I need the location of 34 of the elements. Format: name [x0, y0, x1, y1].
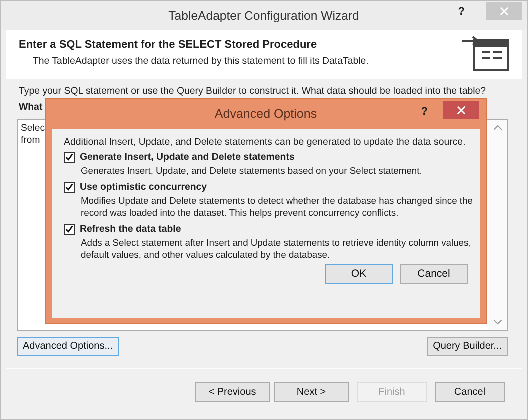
- query-builder-button[interactable]: Query Builder...: [427, 337, 508, 356]
- close-icon: [456, 106, 466, 114]
- help-button[interactable]: ?: [458, 6, 465, 18]
- sql-line: Selec: [21, 123, 45, 135]
- option-description: Modifies Update and Delete statements to detect whether the database has changed since the record was loaded into the dataset. This helps prevent concurrency conflicts.: [81, 195, 473, 219]
- option-label: Refresh the data table: [80, 224, 182, 234]
- cancel-button[interactable]: Cancel: [435, 382, 505, 402]
- option-description: Adds a Select statement after Insert and Update statements to retrieve identity column values, default values, and other values calculated by the database.: [81, 237, 472, 261]
- chevron-down-icon[interactable]: [494, 320, 502, 325]
- dialog-description: Additional Insert, Update, and Delete statements can be generated to update the data source.: [64, 137, 467, 149]
- next-button[interactable]: Next >: [274, 382, 349, 402]
- ok-button[interactable]: OK: [325, 264, 393, 284]
- chevron-up-icon[interactable]: [494, 125, 502, 130]
- instructions-text: Type your SQL statement or use the Query Builder to construct it. What data should be loaded into the table?: [19, 86, 488, 97]
- cancel-button[interactable]: Cancel: [400, 264, 468, 284]
- sql-line: from: [21, 135, 40, 147]
- checkbox[interactable]: [64, 182, 75, 192]
- page-heading: Enter a SQL Statement for the SELECT Stored Procedure: [19, 39, 318, 51]
- field-label: What: [19, 102, 41, 113]
- dialog-title: Advanced Options: [214, 107, 318, 121]
- option-label: Generate Insert, Update and Delete statements: [80, 152, 295, 162]
- option-label: Use optimistic concurrency: [80, 182, 208, 192]
- option-description: Generates Insert, Update, and Delete statements based on your Select statement.: [81, 165, 424, 177]
- page-description: The TableAdapter uses the data returned by this statement to fill its DataTable.: [33, 56, 370, 67]
- previous-button[interactable]: < Previous: [195, 382, 270, 402]
- advanced-options-button[interactable]: Advanced Options...: [17, 337, 120, 356]
- close-button[interactable]: [443, 101, 479, 119]
- checkbox[interactable]: [64, 224, 75, 234]
- help-button[interactable]: ?: [421, 106, 428, 118]
- scrollbar[interactable]: [489, 120, 507, 330]
- close-icon: [500, 6, 508, 16]
- table-arrow-icon: [462, 36, 510, 72]
- window-title: TableAdapter Configuration Wizard: [168, 8, 360, 22]
- checkbox[interactable]: [64, 152, 75, 162]
